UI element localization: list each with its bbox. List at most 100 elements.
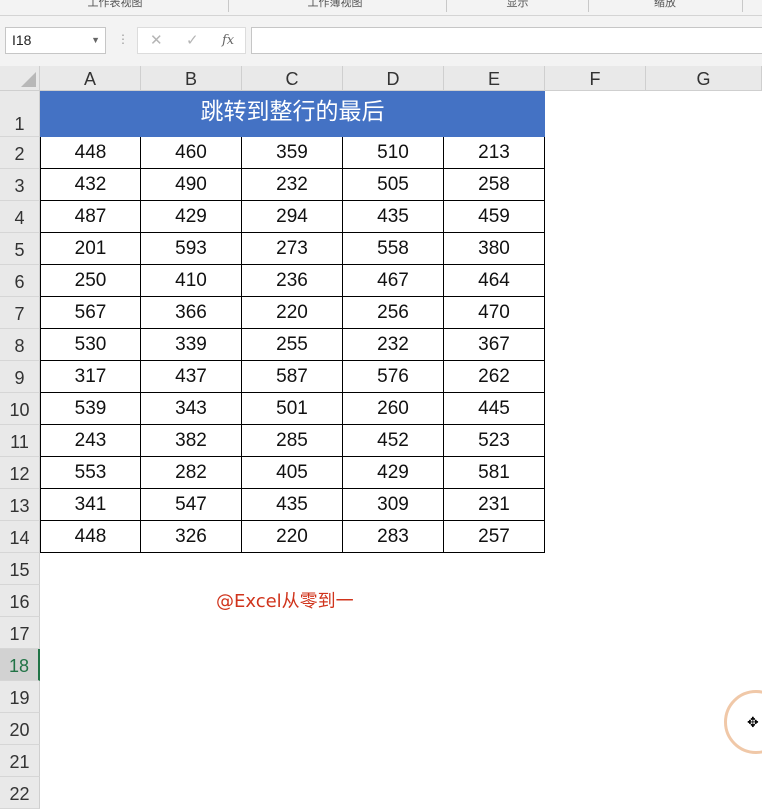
cell-e5[interactable]: 380 — [444, 233, 545, 265]
ribbon-group-sheet-views[interactable]: 工作表视图 — [60, 0, 170, 15]
row-header-22[interactable]: 22 — [0, 777, 40, 809]
column-header-c[interactable]: C — [242, 66, 343, 91]
cell-a7[interactable]: 567 — [40, 297, 141, 329]
cell-d11[interactable]: 452 — [343, 425, 444, 457]
cell-d12[interactable]: 429 — [343, 457, 444, 489]
row-header-6[interactable]: 6 — [0, 265, 40, 297]
cell-b6[interactable]: 410 — [141, 265, 242, 297]
cell-d6[interactable]: 467 — [343, 265, 444, 297]
cell-c14[interactable]: 220 — [242, 521, 343, 553]
cell-d5[interactable]: 558 — [343, 233, 444, 265]
cell-a10[interactable]: 539 — [40, 393, 141, 425]
cell-a14[interactable]: 448 — [40, 521, 141, 553]
cell-b14[interactable]: 326 — [141, 521, 242, 553]
cell-d4[interactable]: 435 — [343, 201, 444, 233]
row-header-15[interactable]: 15 — [0, 553, 40, 585]
cell-a3[interactable]: 432 — [40, 169, 141, 201]
cell-b8[interactable]: 339 — [141, 329, 242, 361]
insert-function-icon[interactable]: fx — [222, 28, 234, 53]
cell-c6[interactable]: 236 — [242, 265, 343, 297]
cell-e10[interactable]: 445 — [444, 393, 545, 425]
row-header-12[interactable]: 12 — [0, 457, 40, 489]
cell-b4[interactable]: 429 — [141, 201, 242, 233]
enter-icon[interactable]: ✓ — [186, 28, 199, 53]
cell-b9[interactable]: 437 — [141, 361, 242, 393]
row-header-17[interactable]: 17 — [0, 617, 40, 649]
cell-e12[interactable]: 581 — [444, 457, 545, 489]
cell-b2[interactable]: 460 — [141, 137, 242, 169]
cell-c2[interactable]: 359 — [242, 137, 343, 169]
cell-e11[interactable]: 523 — [444, 425, 545, 457]
cell-c5[interactable]: 273 — [242, 233, 343, 265]
cell-e6[interactable]: 464 — [444, 265, 545, 297]
ribbon-group-show[interactable]: 显示 — [470, 0, 565, 15]
row-header-1[interactable]: 1 — [0, 91, 40, 137]
row-header-21[interactable]: 21 — [0, 745, 40, 777]
cell-a13[interactable]: 341 — [40, 489, 141, 521]
cell-c8[interactable]: 255 — [242, 329, 343, 361]
cell-a4[interactable]: 487 — [40, 201, 141, 233]
row-header-5[interactable]: 5 — [0, 233, 40, 265]
cell-a12[interactable]: 553 — [40, 457, 141, 489]
more-options-icon[interactable]: ⋮ — [117, 32, 129, 46]
cell-d13[interactable]: 309 — [343, 489, 444, 521]
row-header-11[interactable]: 11 — [0, 425, 40, 457]
cell-d7[interactable]: 256 — [343, 297, 444, 329]
row-header-7[interactable]: 7 — [0, 297, 40, 329]
cell-c4[interactable]: 294 — [242, 201, 343, 233]
cell-d14[interactable]: 283 — [343, 521, 444, 553]
title-cell[interactable]: 跳转到整行的最后 — [40, 91, 545, 137]
cell-d9[interactable]: 576 — [343, 361, 444, 393]
cell-e9[interactable]: 262 — [444, 361, 545, 393]
row-header-2[interactable]: 2 — [0, 137, 40, 169]
column-header-a[interactable]: A — [40, 66, 141, 91]
cell-b3[interactable]: 490 — [141, 169, 242, 201]
row-header-9[interactable]: 9 — [0, 361, 40, 393]
ribbon-group-workbook-views[interactable]: 工作簿视图 — [280, 0, 390, 15]
chevron-down-icon[interactable]: ▼ — [91, 28, 100, 53]
select-all-button[interactable] — [0, 66, 40, 91]
column-header-g[interactable]: G — [646, 66, 762, 91]
cell-b7[interactable]: 366 — [141, 297, 242, 329]
cell-b5[interactable]: 593 — [141, 233, 242, 265]
cell-e14[interactable]: 257 — [444, 521, 545, 553]
cell-a11[interactable]: 243 — [40, 425, 141, 457]
cell-b13[interactable]: 547 — [141, 489, 242, 521]
cell-e2[interactable]: 213 — [444, 137, 545, 169]
row-header-3[interactable]: 3 — [0, 169, 40, 201]
cell-a8[interactable]: 530 — [40, 329, 141, 361]
cell-c11[interactable]: 285 — [242, 425, 343, 457]
cell-b12[interactable]: 282 — [141, 457, 242, 489]
cell-a6[interactable]: 250 — [40, 265, 141, 297]
cell-b11[interactable]: 382 — [141, 425, 242, 457]
cell-c10[interactable]: 501 — [242, 393, 343, 425]
cell-c13[interactable]: 435 — [242, 489, 343, 521]
cancel-icon[interactable]: ✕ — [150, 28, 163, 53]
cell-e4[interactable]: 459 — [444, 201, 545, 233]
cell-c7[interactable]: 220 — [242, 297, 343, 329]
cell-d3[interactable]: 505 — [343, 169, 444, 201]
cell-c9[interactable]: 587 — [242, 361, 343, 393]
cell-e7[interactable]: 470 — [444, 297, 545, 329]
row-header-16[interactable]: 16 — [0, 585, 40, 617]
cell-e3[interactable]: 258 — [444, 169, 545, 201]
row-header-20[interactable]: 20 — [0, 713, 40, 745]
column-header-f[interactable]: F — [545, 66, 646, 91]
name-box[interactable]: I18 ▼ — [5, 27, 106, 54]
ribbon-group-zoom[interactable]: 缩放 — [615, 0, 715, 15]
cell-c3[interactable]: 232 — [242, 169, 343, 201]
row-header-10[interactable]: 10 — [0, 393, 40, 425]
row-header-4[interactable]: 4 — [0, 201, 40, 233]
cell-d8[interactable]: 232 — [343, 329, 444, 361]
cell-e13[interactable]: 231 — [444, 489, 545, 521]
cell-d10[interactable]: 260 — [343, 393, 444, 425]
cell-d2[interactable]: 510 — [343, 137, 444, 169]
cell-b10[interactable]: 343 — [141, 393, 242, 425]
cell-c12[interactable]: 405 — [242, 457, 343, 489]
column-header-d[interactable]: D — [343, 66, 444, 91]
column-header-b[interactable]: B — [141, 66, 242, 91]
row-header-19[interactable]: 19 — [0, 681, 40, 713]
row-header-18[interactable]: 18 — [0, 649, 40, 681]
formula-input[interactable] — [251, 27, 762, 54]
cell-e8[interactable]: 367 — [444, 329, 545, 361]
